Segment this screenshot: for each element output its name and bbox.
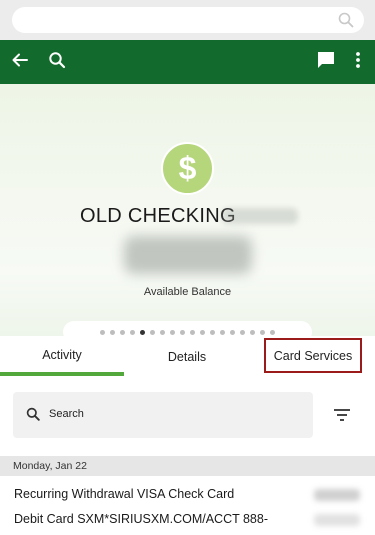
search-icon	[48, 51, 66, 74]
pager-dot[interactable]	[190, 329, 195, 335]
date-header: Monday, Jan 22	[0, 456, 375, 476]
pager-dot[interactable]	[160, 329, 165, 335]
tab-details[interactable]: Details	[124, 338, 250, 376]
transaction-row[interactable]: Recurring Withdrawal VISA Check Card Deb…	[0, 476, 375, 535]
pager-dot[interactable]	[130, 329, 135, 335]
balance-amount-blurred	[124, 236, 252, 274]
more-options-button[interactable]	[338, 40, 375, 84]
search-icon	[26, 407, 40, 426]
pager-dot[interactable]	[240, 329, 245, 335]
dollar-sign-icon: $	[161, 142, 214, 195]
search-row: Search	[0, 376, 375, 456]
search-icon	[338, 12, 354, 28]
account-name: OLD CHECKING	[80, 205, 236, 227]
transaction-description: Debit Card SXM*SIRIUSXM.COM/ACCT 888-	[14, 512, 268, 526]
search-placeholder: Search	[49, 408, 84, 420]
pager-dot[interactable]	[150, 329, 155, 335]
pager-dot[interactable]	[120, 329, 125, 335]
pager-dot[interactable]	[170, 329, 175, 335]
back-arrow-icon	[11, 51, 29, 74]
pager-dot[interactable]	[230, 329, 235, 335]
browser-url-field[interactable]	[12, 7, 364, 33]
transaction-title: Recurring Withdrawal VISA Check Card	[14, 487, 235, 501]
balance-label: Available Balance	[143, 286, 232, 298]
pager-dot[interactable]	[210, 329, 215, 335]
transaction-balance-blurred	[314, 514, 360, 526]
chat-icon	[316, 50, 336, 75]
search-input[interactable]: Search	[13, 392, 313, 438]
dollar-symbol: $	[178, 150, 197, 186]
tab-card-services[interactable]: Card Services	[264, 338, 362, 373]
search-button[interactable]	[37, 40, 77, 84]
pager-dot[interactable]	[110, 329, 115, 335]
back-button[interactable]	[0, 40, 40, 84]
pager-dot[interactable]	[270, 329, 275, 335]
transaction-amount-blurred	[314, 489, 360, 501]
account-summary: $ OLD CHECKING Available Balance	[0, 84, 375, 343]
account-number-masked	[222, 208, 298, 224]
pager-dot[interactable]	[180, 329, 185, 335]
pager-dot[interactable]	[220, 329, 225, 335]
app-bar	[0, 40, 375, 84]
pager-dot[interactable]	[250, 329, 255, 335]
pager-dot[interactable]	[260, 329, 265, 335]
tab-bar: Activity Details Card Services	[0, 338, 375, 376]
tab-activity[interactable]: Activity	[0, 338, 124, 376]
filter-button[interactable]	[330, 403, 354, 427]
pager-dot[interactable]	[100, 329, 105, 335]
more-vert-icon	[355, 51, 361, 74]
pager-dot[interactable]	[200, 329, 205, 335]
browser-bar	[0, 0, 375, 40]
filter-icon	[330, 409, 354, 431]
pager-dot-active[interactable]	[140, 329, 145, 335]
